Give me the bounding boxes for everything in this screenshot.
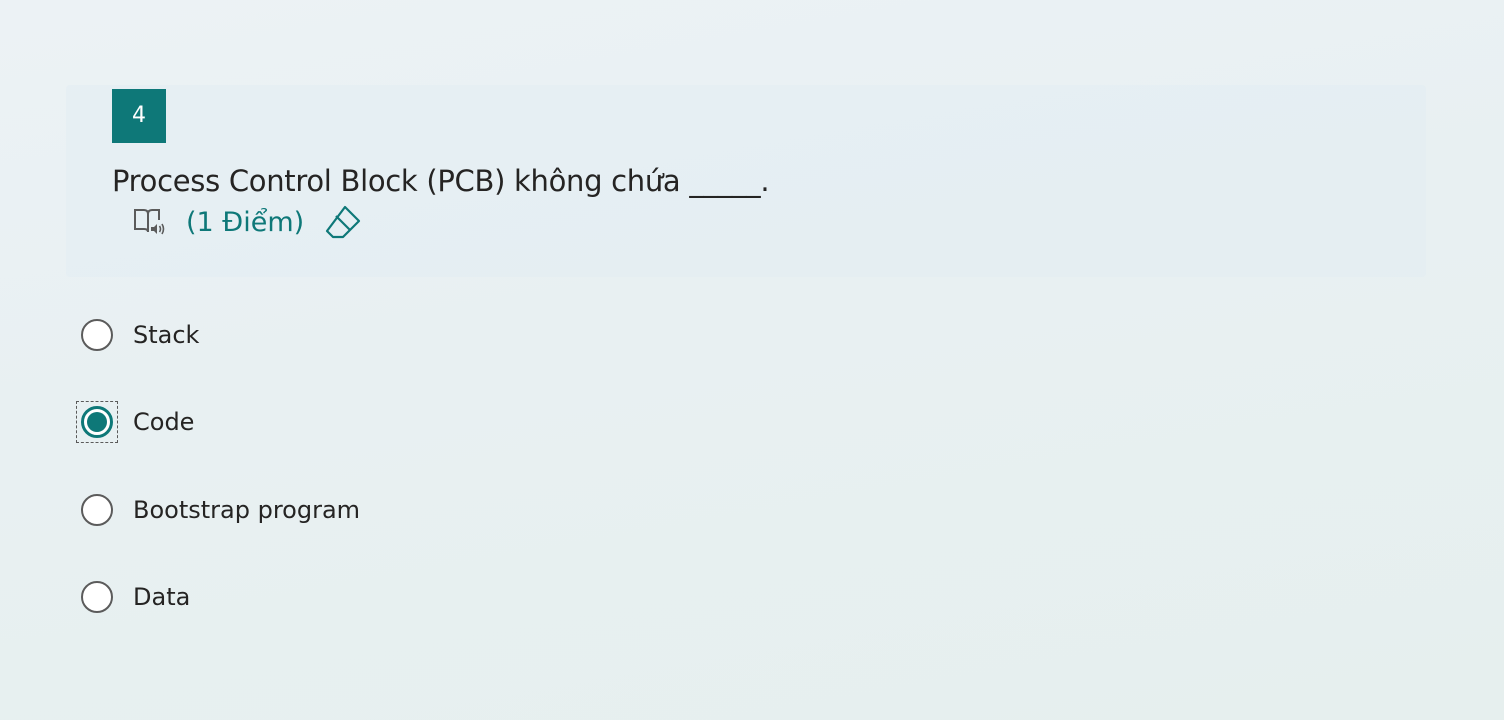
option-data[interactable]: Data <box>76 574 190 620</box>
question-meta: (1 Điểm) <box>132 202 362 242</box>
option-bootstrap-program[interactable]: Bootstrap program <box>76 487 360 533</box>
radio-button[interactable] <box>81 319 113 351</box>
immersive-reader-icon[interactable] <box>132 205 166 239</box>
option-label: Stack <box>133 321 200 349</box>
question-number-badge: 4 <box>112 89 166 143</box>
question-points: (1 Điểm) <box>186 206 305 238</box>
radio-button[interactable] <box>81 581 113 613</box>
radio-button[interactable] <box>81 494 113 526</box>
question-title: Process Control Block (PCB) không chứa _… <box>112 164 770 198</box>
radio-button-selected[interactable] <box>81 406 113 438</box>
option-label: Code <box>133 408 195 436</box>
option-label: Data <box>133 583 191 611</box>
eraser-icon[interactable] <box>324 203 362 241</box>
option-stack[interactable]: Stack <box>76 312 199 358</box>
option-label: Bootstrap program <box>133 496 361 524</box>
option-code[interactable]: Code <box>76 399 194 445</box>
